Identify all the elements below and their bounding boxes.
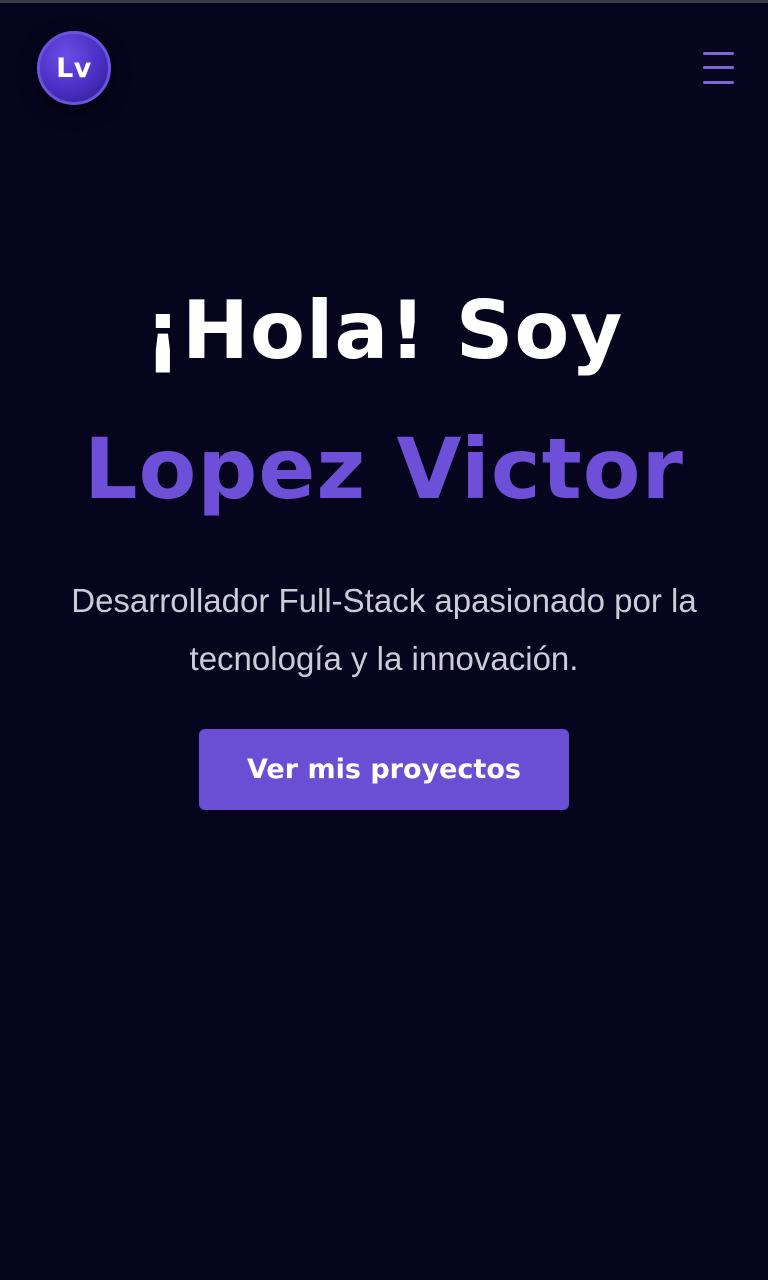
hero-greeting: ¡Hola! Soy — [144, 284, 624, 377]
hero-name: Lopez Victor — [84, 420, 684, 518]
status-bar-edge — [0, 0, 768, 3]
hero-description: Desarrollador Full-Stack apasionado por … — [71, 582, 697, 677]
view-projects-button[interactable]: Ver mis proyectos — [199, 729, 569, 810]
menu-button[interactable] — [700, 50, 737, 87]
logo[interactable]: Lv — [37, 31, 111, 105]
logo-text: Lv — [56, 52, 92, 84]
